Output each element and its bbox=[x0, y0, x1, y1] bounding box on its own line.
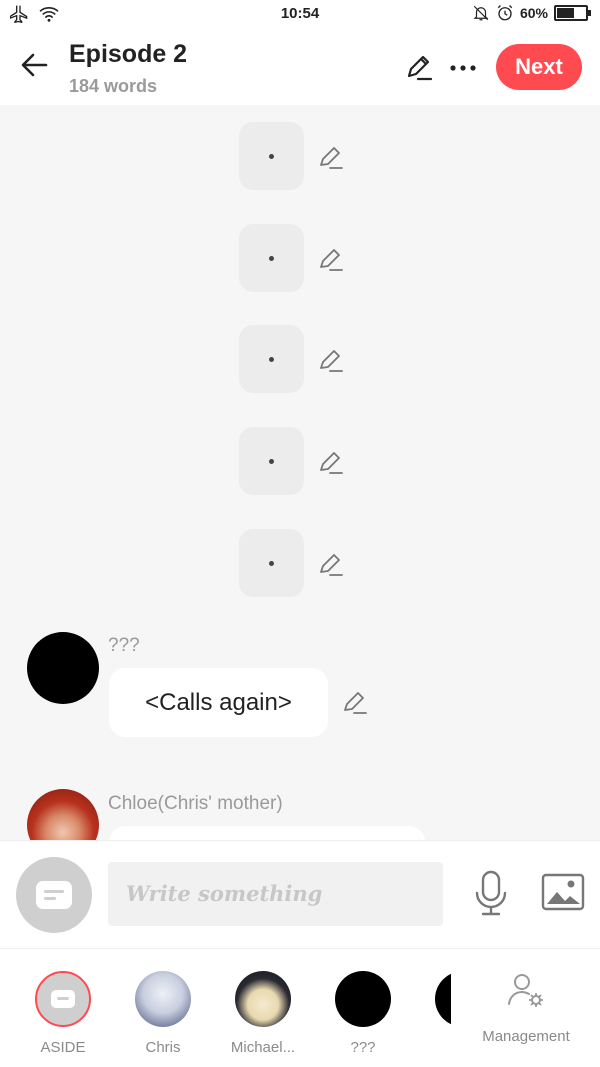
character-aside[interactable]: ASIDE bbox=[13, 971, 113, 1056]
alarm-icon bbox=[497, 5, 513, 21]
chat-area: ??? <Calls again> Chloe(Chris' mother) bbox=[0, 105, 600, 840]
management-label: Management bbox=[482, 1028, 570, 1045]
character-bar: ASIDE Chris Michael... ??? Management bbox=[0, 948, 600, 1067]
aside-dot bbox=[269, 459, 274, 464]
edit-pencil-icon[interactable] bbox=[316, 550, 346, 580]
character-partial[interactable] bbox=[413, 971, 451, 1039]
battery-icon bbox=[554, 5, 591, 21]
edit-pencil-icon[interactable] bbox=[340, 688, 370, 718]
back-arrow-icon[interactable] bbox=[18, 48, 52, 82]
sender-name: ??? bbox=[108, 635, 140, 656]
more-options-icon[interactable] bbox=[448, 56, 478, 80]
sender-name: Chloe(Chris' mother) bbox=[108, 793, 283, 814]
avatar bbox=[235, 971, 291, 1027]
editor-header: Episode 2 184 words Next bbox=[0, 30, 600, 105]
avatar-chloe[interactable] bbox=[27, 789, 99, 840]
character-label: Chris bbox=[145, 1039, 181, 1056]
aside-character-icon bbox=[35, 971, 91, 1027]
status-bar: 10:54 60% bbox=[0, 0, 600, 30]
microphone-icon[interactable] bbox=[471, 869, 511, 917]
management-button[interactable]: Management bbox=[478, 971, 574, 1045]
aside-dot bbox=[269, 256, 274, 261]
word-count: 184 words bbox=[69, 76, 158, 96]
aside-dot bbox=[269, 561, 274, 566]
edit-pencil-icon[interactable] bbox=[316, 143, 346, 173]
message-input[interactable]: Write something bbox=[108, 862, 443, 926]
avatar bbox=[435, 971, 451, 1027]
user-settings-icon bbox=[508, 974, 543, 1007]
avatar[interactable] bbox=[27, 632, 99, 704]
character-chris[interactable]: Chris bbox=[113, 971, 213, 1056]
aside-bubble[interactable] bbox=[239, 325, 304, 393]
bell-muted-icon bbox=[473, 5, 489, 21]
aside-toggle-icon[interactable] bbox=[16, 857, 92, 933]
aside-bubble[interactable] bbox=[239, 122, 304, 190]
avatar bbox=[135, 971, 191, 1027]
pencil-icon[interactable] bbox=[403, 52, 435, 84]
character-label: ASIDE bbox=[40, 1039, 86, 1056]
battery-percent: 60% bbox=[519, 5, 548, 21]
aside-bubble[interactable] bbox=[239, 529, 304, 597]
image-icon[interactable] bbox=[541, 873, 585, 911]
character-unknown[interactable]: ??? bbox=[313, 971, 413, 1056]
status-right-icons: 60% bbox=[472, 4, 591, 22]
message-bubble[interactable]: <Calls again> bbox=[109, 668, 328, 737]
aside-dot bbox=[269, 357, 274, 362]
page-title: Episode 2 bbox=[69, 40, 188, 68]
aside-bubble[interactable] bbox=[239, 224, 304, 292]
edit-pencil-icon[interactable] bbox=[316, 448, 346, 478]
character-label: ??? bbox=[350, 1039, 376, 1056]
input-bar: Write something bbox=[0, 840, 600, 948]
character-label: Michael... bbox=[230, 1039, 296, 1056]
aside-dot bbox=[269, 154, 274, 159]
edit-pencil-icon[interactable] bbox=[316, 245, 346, 275]
avatar bbox=[335, 971, 391, 1027]
message-bubble[interactable] bbox=[109, 826, 425, 840]
next-button[interactable]: Next bbox=[496, 44, 582, 90]
aside-bubble[interactable] bbox=[239, 427, 304, 495]
character-michael[interactable]: Michael... bbox=[213, 971, 313, 1056]
edit-pencil-icon[interactable] bbox=[316, 346, 346, 376]
